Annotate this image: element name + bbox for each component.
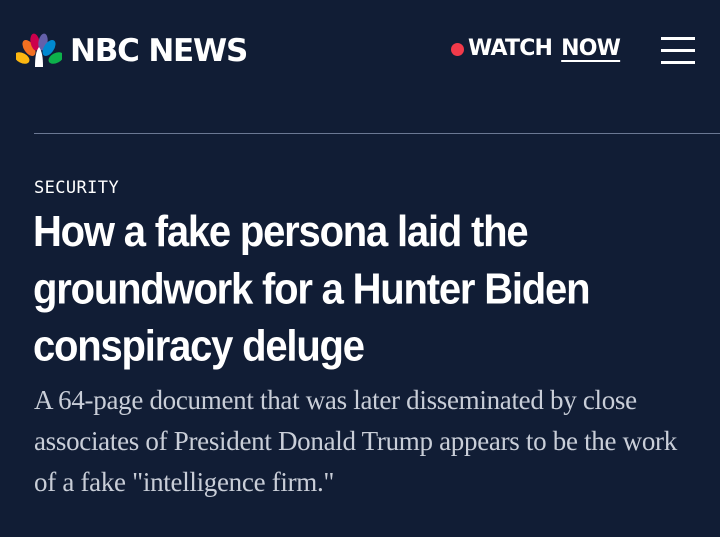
menu-bar (661, 61, 695, 64)
watch-now-label: NOW (561, 36, 621, 61)
nbc-peacock-logo-icon (16, 33, 62, 67)
menu-bar (661, 49, 695, 52)
menu-bar (661, 37, 695, 40)
article-headline: How a fake persona laid the groundwork f… (33, 208, 591, 371)
watch-now-link[interactable]: WATCH NOW (451, 36, 621, 61)
hamburger-menu-icon[interactable] (661, 37, 695, 65)
header-divider (34, 133, 720, 134)
site-header: NBC NEWS WATCH NOW (0, 0, 720, 134)
section-label[interactable]: SECURITY (34, 178, 119, 198)
live-dot-icon (451, 42, 464, 56)
article-dek: A 64-page document that was later dissem… (34, 385, 677, 497)
brand-name: NBC NEWS (70, 32, 248, 69)
nbc-news-logo[interactable]: NBC NEWS (16, 32, 248, 70)
watch-label: WATCH (468, 36, 553, 61)
